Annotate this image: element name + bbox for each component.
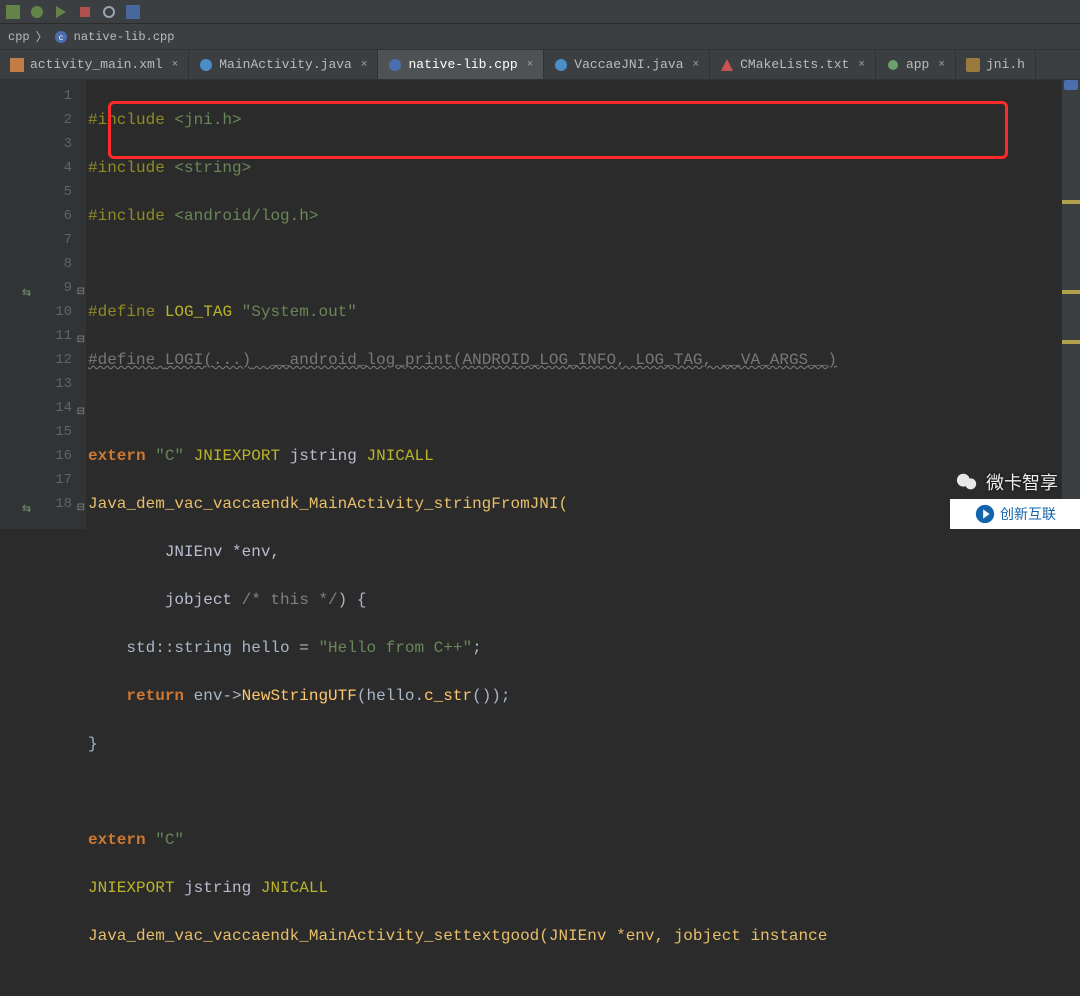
line-number: 14⊟	[26, 396, 86, 420]
svg-text:c: c	[58, 34, 63, 43]
watermark-label: 创新互联	[1000, 504, 1056, 524]
line-number: 7	[26, 228, 86, 252]
git-icon[interactable]	[126, 5, 140, 19]
tab-activity-main[interactable]: activity_main.xml ×	[0, 50, 189, 79]
bug-icon[interactable]	[30, 5, 44, 19]
cmake-file-icon	[720, 58, 734, 72]
tab-jni-h[interactable]: jni.h	[956, 50, 1036, 79]
tab-label: MainActivity.java	[219, 57, 352, 72]
tab-label: app	[906, 57, 929, 72]
cpp-file-icon	[388, 58, 402, 72]
header-file-icon	[966, 58, 980, 72]
line-number: 4	[26, 156, 86, 180]
java-class-icon	[554, 58, 568, 72]
tab-label: jni.h	[986, 57, 1025, 72]
code-editor[interactable]: 1 2 3 4 5 6 7 8 9⊟⇆ 10 11⊟ 12 13 14⊟ 15 …	[0, 80, 1080, 529]
editor-tabs: activity_main.xml × MainActivity.java × na…	[0, 50, 1080, 80]
line-number: 15	[26, 420, 86, 444]
line-number: 13	[26, 372, 86, 396]
tab-label: native-lib.cpp	[408, 57, 517, 72]
line-number: 18⊟⇆	[26, 492, 86, 516]
watermark-wechat: 微卡智享	[954, 469, 1058, 495]
main-toolbar	[0, 0, 1080, 24]
fold-icon[interactable]: ⊟	[75, 281, 85, 291]
warning-marker[interactable]	[1062, 340, 1080, 344]
close-icon[interactable]: ×	[693, 59, 700, 71]
warning-marker[interactable]	[1062, 200, 1080, 204]
breadcrumb-item[interactable]: cpp	[8, 30, 30, 44]
code-token: Java_dem_vac_vaccaendk_MainActivity_stri…	[88, 495, 568, 513]
code-token: "System.out"	[242, 303, 357, 321]
code-token: LOGI(...)	[165, 351, 251, 369]
fold-icon[interactable]: ⊟	[75, 497, 85, 507]
override-icon: ⇆	[22, 498, 31, 522]
gradle-file-icon	[886, 58, 900, 72]
code-token: __android_log_print(ANDROID_LOG_INFO, LO…	[270, 351, 837, 369]
close-icon[interactable]: ×	[858, 59, 865, 71]
watermark-label: 微卡智享	[986, 469, 1058, 495]
line-number-gutter: 1 2 3 4 5 6 7 8 9⊟⇆ 10 11⊟ 12 13 14⊟ 15 …	[26, 80, 86, 529]
warning-marker[interactable]	[1062, 290, 1080, 294]
tab-mainactivity[interactable]: MainActivity.java ×	[189, 50, 378, 79]
line-number: 8	[26, 252, 86, 276]
fold-icon[interactable]: ⊟	[75, 329, 85, 339]
watermark-footer: 创新互联	[950, 499, 1080, 529]
xml-file-icon	[10, 58, 24, 72]
tab-app[interactable]: app ×	[876, 50, 956, 79]
close-icon[interactable]: ×	[938, 59, 945, 71]
fold-end-icon[interactable]: ⊟	[75, 401, 85, 411]
line-number: 2	[26, 108, 86, 132]
code-token: #define	[88, 303, 155, 321]
close-icon[interactable]: ×	[527, 59, 534, 71]
tab-cmakelists[interactable]: CMakeLists.txt ×	[710, 50, 876, 79]
run-icon[interactable]	[54, 5, 68, 19]
code-token: }	[88, 735, 98, 753]
code-token: Java_dem_vac_vaccaendk_MainActivity_sett…	[88, 927, 827, 945]
line-number: 17	[26, 468, 86, 492]
code-token: JNIEnv *env,	[165, 543, 280, 561]
hammer-icon[interactable]	[6, 5, 20, 19]
cpp-file-icon: c	[54, 30, 68, 44]
line-number: 6	[26, 204, 86, 228]
code-token: #define	[88, 351, 155, 369]
line-number: 1	[26, 84, 86, 108]
tab-label: activity_main.xml	[30, 57, 163, 72]
code-token: LOG_TAG	[165, 303, 232, 321]
breadcrumb-item[interactable]: native-lib.cpp	[74, 30, 175, 44]
java-class-icon	[199, 58, 213, 72]
wechat-icon	[954, 471, 980, 493]
close-icon[interactable]: ×	[172, 59, 179, 71]
logo-icon	[974, 503, 996, 525]
line-number: 16	[26, 444, 86, 468]
line-number: 11⊟	[26, 324, 86, 348]
line-number: 9⊟⇆	[26, 276, 86, 300]
line-number: 5	[26, 180, 86, 204]
close-icon[interactable]: ×	[361, 59, 368, 71]
attach-icon[interactable]	[78, 5, 92, 19]
tab-vaccaejni[interactable]: VaccaeJNI.java ×	[544, 50, 710, 79]
code-area[interactable]: #include <jni.h> #include <string> #incl…	[86, 80, 1080, 529]
line-number: 10	[26, 300, 86, 324]
tab-label: CMakeLists.txt	[740, 57, 849, 72]
breadcrumb-sep: 〉	[36, 28, 48, 45]
tab-label: VaccaeJNI.java	[574, 57, 683, 72]
vertical-scrollbar[interactable]	[1062, 80, 1080, 529]
sync-icon[interactable]	[102, 5, 116, 19]
scrollbar-thumb[interactable]	[1064, 80, 1078, 90]
line-number: 3	[26, 132, 86, 156]
line-number: 12	[26, 348, 86, 372]
breadcrumb: cpp 〉 c native-lib.cpp	[0, 24, 1080, 50]
tab-native-lib[interactable]: native-lib.cpp ×	[378, 50, 544, 79]
